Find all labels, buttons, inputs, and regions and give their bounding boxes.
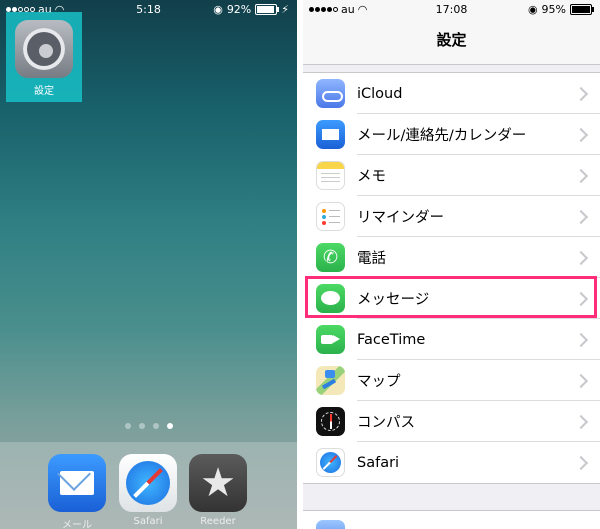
chevron-right-icon — [573, 168, 589, 183]
battery-icon — [255, 4, 280, 15]
star-icon: ★ — [189, 454, 247, 512]
settings-row-reminders[interactable]: リマインダー — [303, 196, 600, 237]
row-label: Safari — [357, 454, 400, 471]
dock-app-mail[interactable]: メール — [45, 454, 109, 529]
dock-app-safari[interactable]: Safari — [116, 454, 180, 527]
settings-row-messages[interactable]: メッセージ — [303, 278, 600, 319]
row-label: メッセージ — [357, 292, 430, 308]
row-label: メール/連絡先/カレンダー — [357, 128, 527, 144]
app-label: Safari — [133, 516, 163, 527]
messages-icon — [316, 284, 345, 313]
chevron-right-icon — [573, 332, 589, 347]
settings-screen: au ◠ 17:08 ◉ 95% 設定 iCloud メール/連絡先/カレンダー… — [303, 0, 600, 529]
phone-icon: ✆ — [316, 243, 345, 272]
settings-row-icloud[interactable]: iCloud — [303, 73, 600, 114]
app-label: 設定 — [34, 86, 54, 97]
mail-icon — [316, 120, 345, 149]
chevron-right-icon — [573, 414, 589, 429]
mail-icon — [48, 454, 106, 512]
status-bar: au ◠ 17:08 ◉ 95% — [303, 0, 600, 20]
battery-percent: 92% — [226, 3, 252, 16]
chevron-right-icon — [573, 373, 589, 388]
settings-app[interactable]: 設定 — [12, 20, 76, 97]
settings-list-next-group — [303, 510, 600, 529]
battery-icon — [570, 4, 594, 15]
chevron-right-icon — [573, 455, 589, 470]
chevron-right-icon — [573, 127, 589, 142]
settings-row-mail-contacts-calendar[interactable]: メール/連絡先/カレンダー — [303, 114, 600, 155]
app-label: メール — [62, 520, 92, 529]
chevron-right-icon — [573, 209, 589, 224]
settings-row-notes[interactable]: メモ — [303, 155, 600, 196]
notes-icon — [316, 161, 345, 190]
icloud-icon — [316, 79, 345, 108]
chevron-right-icon — [573, 250, 589, 265]
row-label: マップ — [357, 374, 401, 390]
chevron-right-icon — [573, 291, 589, 306]
rotation-lock-icon: ◉ — [527, 3, 538, 16]
dock: メール Safari ★ Reeder — [0, 442, 297, 529]
settings-row-compass[interactable]: コンパス — [303, 401, 600, 442]
chevron-right-icon — [573, 86, 589, 101]
page-title: 設定 — [303, 20, 600, 65]
page-dot — [124, 423, 131, 429]
row-label: メモ — [357, 169, 386, 185]
app-label: Reeder — [200, 516, 236, 527]
page-indicator[interactable] — [0, 423, 297, 429]
compass-icon — [316, 407, 345, 436]
rotation-lock-icon: ◉ — [213, 3, 223, 16]
battery-percent: 95% — [541, 3, 566, 16]
reminders-icon — [316, 202, 345, 231]
settings-row-safari[interactable]: Safari — [303, 442, 600, 483]
maps-icon — [316, 366, 345, 395]
page-dot-active — [166, 423, 173, 429]
facetime-icon — [316, 325, 345, 354]
home-screen: au ◠ 5:18 ◉ 92% ⚡ 設定 メール Safari ★ Reeder — [0, 0, 297, 529]
settings-row-facetime[interactable]: FaceTime — [303, 319, 600, 360]
settings-row-maps[interactable]: マップ — [303, 360, 600, 401]
page-dot — [152, 423, 159, 429]
page-dot — [138, 423, 145, 429]
safari-icon — [316, 448, 345, 477]
charging-icon: ⚡ — [281, 3, 289, 16]
app-icon — [316, 520, 345, 529]
settings-row-phone[interactable]: ✆ 電話 — [303, 237, 600, 278]
row-label: リマインダー — [357, 210, 444, 226]
settings-list: iCloud メール/連絡先/カレンダー メモ リマインダー ✆ 電話 メッセー… — [303, 72, 600, 484]
row-label: 電話 — [357, 251, 386, 267]
row-label: iCloud — [357, 85, 403, 102]
dock-app-reeder[interactable]: ★ Reeder — [186, 454, 250, 527]
safari-icon — [119, 454, 177, 512]
gear-icon — [15, 20, 73, 78]
row-label: コンパス — [357, 415, 415, 431]
row-label: FaceTime — [357, 331, 426, 348]
